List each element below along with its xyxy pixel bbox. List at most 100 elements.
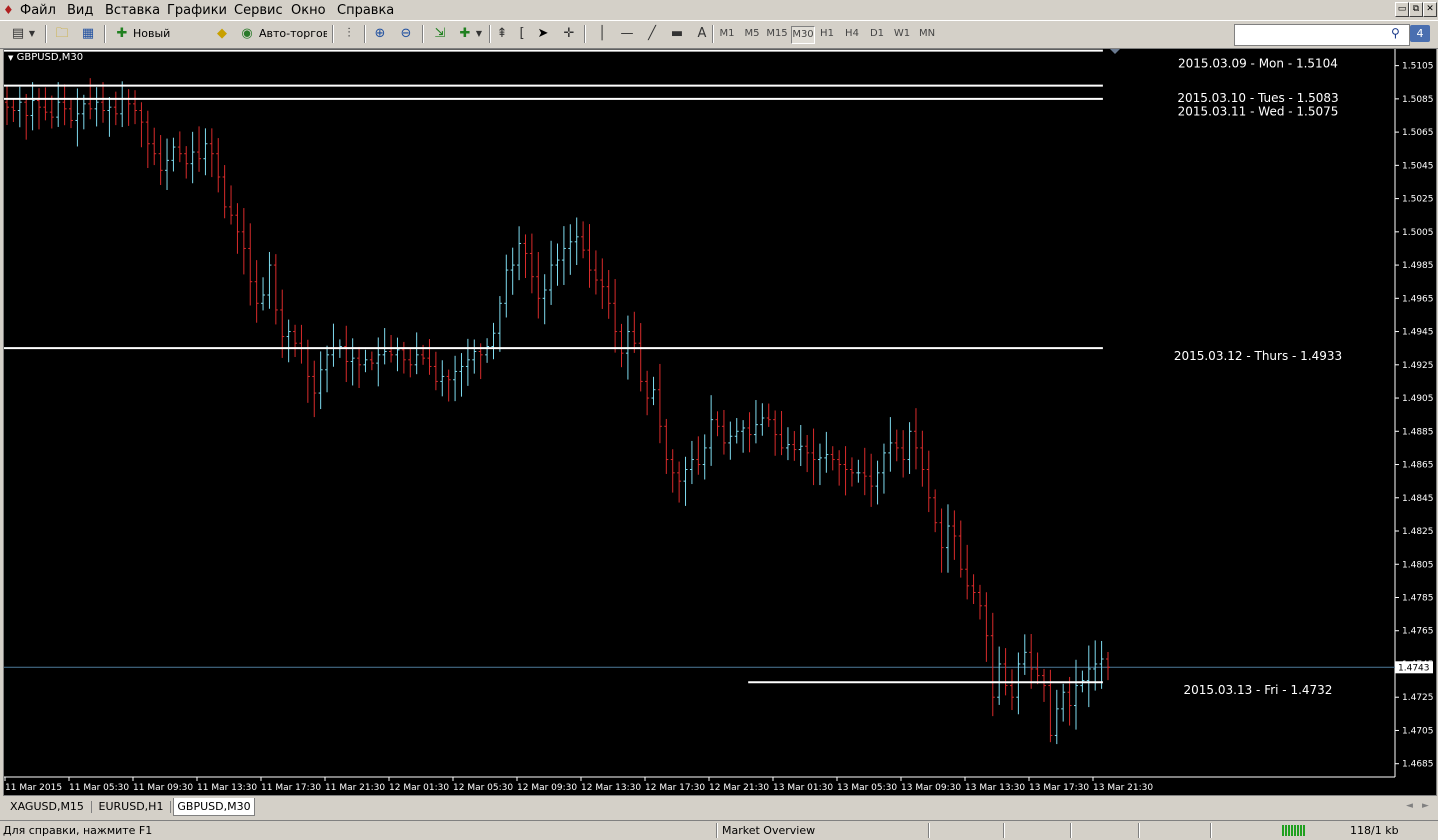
status-traffic: 118/1 kb bbox=[1350, 824, 1399, 837]
period-separators-icon[interactable]: ⇞ bbox=[492, 25, 512, 43]
toolbar-separator bbox=[584, 25, 586, 43]
y-tick-label: 1.4885 bbox=[1402, 427, 1434, 437]
menu-insert[interactable]: Вставка bbox=[105, 3, 160, 18]
app-icon: ♦ bbox=[3, 3, 14, 17]
chevron-down-icon[interactable]: ▼ bbox=[474, 25, 484, 43]
y-tick-label: 1.4685 bbox=[1402, 760, 1434, 770]
toolbar-separator bbox=[104, 25, 106, 43]
minimize-button[interactable]: ▭ bbox=[1395, 2, 1409, 17]
timeframe-mn[interactable]: MN bbox=[916, 26, 938, 42]
toolbar-separator bbox=[332, 25, 334, 43]
toolbar-separator bbox=[45, 25, 47, 43]
search-icon[interactable]: ⚲ bbox=[1391, 26, 1403, 40]
tab-scroll-left-icon[interactable]: ◄ bbox=[1406, 801, 1413, 811]
notifications-badge[interactable]: 4 bbox=[1410, 25, 1430, 42]
timeframe-m5[interactable]: M5 bbox=[741, 26, 763, 42]
menu-window[interactable]: Окно bbox=[291, 3, 326, 18]
new-chart-icon[interactable]: ▤ bbox=[8, 25, 28, 43]
new-order-button[interactable]: Новый Ордер bbox=[133, 24, 208, 60]
timeframe-m1[interactable]: M1 bbox=[716, 26, 738, 42]
x-tick-label: 12 Mar 05:30 bbox=[453, 783, 513, 793]
y-tick-label: 1.4905 bbox=[1402, 394, 1434, 404]
y-tick-label: 1.4925 bbox=[1402, 361, 1434, 371]
chart-menu-icon[interactable]: ▼ bbox=[8, 54, 13, 62]
connection-icon[interactable] bbox=[1282, 825, 1306, 836]
y-tick-label: 1.5085 bbox=[1402, 95, 1434, 105]
toolbar-separator bbox=[489, 25, 491, 43]
text-icon[interactable]: A bbox=[692, 25, 712, 43]
chart-title: ▼ GBPUSD,M30 bbox=[8, 52, 83, 64]
x-tick-label: 11 Mar 05:30 bbox=[69, 783, 129, 793]
market-watch-icon[interactable]: ◆ bbox=[212, 25, 232, 43]
autotrade-button[interactable]: Авто-торговля bbox=[259, 24, 327, 44]
price-chart[interactable]: 1.5105 1.5085 1.5065 1.5045 1.5025 1.5005 1.49… bbox=[4, 49, 1436, 795]
menu-tools[interactable]: Сервис bbox=[234, 3, 283, 18]
tab-eurusd-h1[interactable]: EURUSD,H1 bbox=[95, 798, 167, 815]
x-tick-label: 12 Mar 17:30 bbox=[645, 783, 705, 793]
daily-level-label-2: 2015.03.11 - Wed - 1.5075 bbox=[1178, 104, 1339, 118]
y-tick-label: 1.4805 bbox=[1402, 560, 1434, 570]
toolbar-separator bbox=[364, 25, 366, 43]
status-help-text: Для справки, нажмите F1 bbox=[3, 824, 153, 837]
x-tick-label: 13 Mar 21:30 bbox=[1093, 783, 1153, 793]
autoscroll-icon[interactable]: ⇲ bbox=[430, 25, 450, 43]
timeframe-w1[interactable]: W1 bbox=[891, 26, 913, 42]
tab-gbpusd-m30[interactable]: GBPUSD,M30 bbox=[173, 798, 255, 816]
horizontal-line-icon[interactable]: — bbox=[617, 25, 637, 43]
trendline-icon[interactable]: ╱ bbox=[642, 25, 662, 43]
profiles-icon[interactable]: 🗀 bbox=[52, 25, 72, 43]
toolbar-separator bbox=[712, 25, 714, 43]
zoom-out-icon[interactable]: ⊖ bbox=[396, 25, 416, 43]
menu-help[interactable]: Справка bbox=[337, 3, 394, 18]
menu-charts[interactable]: Графики bbox=[167, 3, 227, 18]
status-separator bbox=[716, 823, 718, 838]
chevron-down-icon[interactable]: ▼ bbox=[27, 25, 37, 43]
chart-tabs: XAGUSD,M15 EURUSD,H1 GBPUSD,M30 ◄ ► bbox=[0, 797, 1438, 817]
navigator-icon[interactable]: ▦ bbox=[78, 25, 98, 43]
chart-shift-marker[interactable] bbox=[1110, 49, 1120, 54]
chart-symbol-label: GBPUSD,M30 bbox=[16, 52, 84, 63]
status-separator bbox=[1003, 823, 1005, 838]
y-tick-label: 1.4945 bbox=[1402, 328, 1434, 338]
search-input[interactable] bbox=[1234, 24, 1410, 46]
menu-file[interactable]: Файл bbox=[20, 3, 56, 18]
tab-separator bbox=[170, 801, 171, 813]
crosshair-icon[interactable]: ✛ bbox=[559, 25, 579, 43]
close-button[interactable]: ✕ bbox=[1423, 2, 1437, 17]
timeframe-h1[interactable]: H1 bbox=[816, 26, 838, 42]
timeframe-d1[interactable]: D1 bbox=[866, 26, 888, 42]
toolbar: ▤ ▼ 🗀 ▦ ✚ Новый Ордер ◆ ◉ Авто-торговля … bbox=[0, 20, 1438, 60]
x-tick-label: 12 Mar 09:30 bbox=[517, 783, 577, 793]
x-tick-label: 11 Mar 09:30 bbox=[133, 783, 193, 793]
x-tick-label: 11 Mar 2015 bbox=[5, 783, 62, 793]
status-separator bbox=[928, 823, 930, 838]
vertical-line-icon[interactable]: │ bbox=[592, 25, 612, 43]
tab-scroll-right-icon[interactable]: ► bbox=[1422, 801, 1429, 811]
templates-icon[interactable]: [ bbox=[512, 25, 532, 43]
new-order-icon[interactable]: ✚ bbox=[112, 25, 132, 43]
y-tick-label: 1.5045 bbox=[1402, 161, 1434, 171]
restore-button[interactable]: ⧉ bbox=[1409, 2, 1423, 17]
x-tick-label: 13 Mar 17:30 bbox=[1029, 783, 1089, 793]
timeframe-m15[interactable]: M15 bbox=[766, 26, 788, 42]
x-tick-label: 11 Mar 13:30 bbox=[197, 783, 257, 793]
menu-view[interactable]: Вид bbox=[67, 3, 93, 18]
tab-xagusd-m15[interactable]: XAGUSD,M15 bbox=[7, 798, 87, 815]
tab-separator bbox=[91, 801, 92, 813]
y-tick-label: 1.4725 bbox=[1402, 693, 1434, 703]
timeframe-m30[interactable]: M30 bbox=[791, 26, 815, 44]
timeframe-h4[interactable]: H4 bbox=[841, 26, 863, 42]
x-tick-label: 12 Mar 01:30 bbox=[389, 783, 449, 793]
bar-chart-icon[interactable]: ⫶ bbox=[339, 25, 359, 43]
indicators-icon[interactable]: ✚ bbox=[455, 25, 475, 43]
x-tick-label: 13 Mar 01:30 bbox=[773, 783, 833, 793]
cursor-icon[interactable]: ➤ bbox=[533, 25, 553, 43]
y-tick-label: 1.5065 bbox=[1402, 128, 1434, 138]
current-price-label: 1.4743 bbox=[1398, 663, 1430, 673]
status-bar: Для справки, нажмите F1 Market Overview … bbox=[0, 820, 1438, 840]
status-profile[interactable]: Market Overview bbox=[722, 824, 815, 838]
zoom-in-icon[interactable]: ⊕ bbox=[370, 25, 390, 43]
rectangle-icon[interactable]: ▬ bbox=[667, 25, 687, 43]
autotrade-icon[interactable]: ◉ bbox=[237, 25, 257, 43]
daily-level-label-4: 2015.03.13 - Fri - 1.4732 bbox=[1184, 683, 1333, 697]
